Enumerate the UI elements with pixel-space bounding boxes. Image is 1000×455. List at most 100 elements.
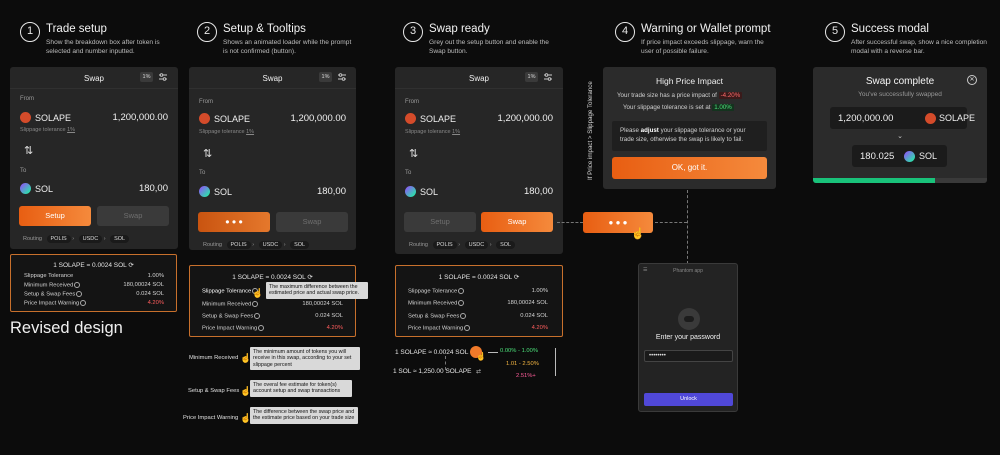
info-icon[interactable] bbox=[74, 282, 81, 288]
info-icon[interactable] bbox=[258, 325, 265, 331]
range-yellow: 1.01 - 2.50% bbox=[506, 361, 539, 367]
breakdown-label: Setup & Swap Fees bbox=[408, 313, 467, 320]
breakdown-value: 180,00024 SOL bbox=[302, 301, 343, 307]
from-token-name[interactable]: SOLAPE bbox=[214, 114, 250, 124]
swap-direction-icon[interactable]: ⇅ bbox=[203, 147, 212, 160]
swap-complete-modal: Swap complete ✕ You've successfully swap… bbox=[813, 67, 987, 183]
step-title: Setup & Tooltips bbox=[223, 23, 306, 35]
routing-row: Routing POLIS › USDC › SOL bbox=[203, 241, 310, 249]
tooltip-label-fees: Setup & Swap Fees bbox=[188, 388, 240, 394]
to-token-name[interactable]: SOL bbox=[214, 187, 232, 197]
card-header: Swap 1% bbox=[395, 67, 563, 89]
card-header: Swap 1% bbox=[189, 67, 356, 89]
swapped-to-box: 180.025 SOL bbox=[852, 145, 947, 167]
slippage-badge[interactable]: 1% bbox=[525, 72, 538, 82]
step-title: Success modal bbox=[851, 23, 929, 35]
tooltip-slippage: The maximum difference between the estim… bbox=[266, 282, 368, 299]
password-input[interactable]: •••••••• bbox=[644, 350, 733, 362]
routing-row: Routing POLIS › USDC › SOL bbox=[23, 235, 130, 243]
slippage-link-label: Slippage tolerance bbox=[199, 129, 245, 135]
step-description: If price impact exceeds slippage, warn t… bbox=[641, 39, 764, 55]
solape-token-icon bbox=[199, 113, 210, 124]
connector-line bbox=[655, 222, 687, 223]
settings-sliders-icon[interactable] bbox=[337, 72, 347, 82]
exchange-rate[interactable]: 1 SOLAPE = 0.0024 SOL ⟳ bbox=[190, 273, 355, 281]
advice-box: Please adjust your slippage tolerance or… bbox=[612, 121, 767, 151]
connector-line bbox=[557, 222, 583, 223]
ok-got-it-button[interactable]: OK, got it. bbox=[612, 157, 767, 179]
to-token-name[interactable]: SOL bbox=[420, 187, 438, 197]
slippage-tolerance-link[interactable]: Slippage tolerance 1% bbox=[199, 129, 254, 135]
close-icon[interactable]: ✕ bbox=[967, 75, 977, 85]
slippage-link-label: Slippage tolerance bbox=[20, 127, 66, 133]
setup-button[interactable]: Setup bbox=[19, 206, 91, 226]
breakdown-label-text: Minimum Received bbox=[408, 300, 458, 307]
breakdown-label: Minimum Received bbox=[202, 301, 259, 308]
slippage-badge[interactable]: 1% bbox=[140, 72, 153, 82]
routing-row: Routing POLIS › USDC › SOL bbox=[409, 241, 516, 249]
loading-button[interactable]: ● ● ● bbox=[198, 212, 270, 232]
modal-title: High Price Impact bbox=[655, 76, 724, 86]
step-title: Trade setup bbox=[46, 23, 107, 35]
swap-card-step3: Swap 1% From SOLAPE 1,200,000.00 Slippag… bbox=[395, 67, 563, 254]
settings-sliders-icon[interactable] bbox=[543, 72, 553, 82]
swap-direction-icon[interactable]: ⇅ bbox=[24, 144, 33, 157]
slippage-tolerance-link[interactable]: Slippage tolerance 1% bbox=[20, 127, 75, 133]
settings-sliders-icon[interactable] bbox=[158, 72, 168, 82]
exchange-rate[interactable]: 1 SOLAPE = 0.0024 SOL ⟳ bbox=[11, 261, 176, 269]
phantom-app-title: Phantom app bbox=[673, 268, 703, 274]
breakdown-value: 4.20% bbox=[326, 325, 343, 331]
rate-toggle-a: 1 SOLAPE ≈ 0.0024 SOL bbox=[395, 349, 469, 356]
info-icon[interactable] bbox=[76, 291, 83, 297]
swapped-to-amount: 180.025 bbox=[860, 151, 895, 162]
from-token-name[interactable]: SOLAPE bbox=[35, 113, 71, 123]
to-amount: 180,00 bbox=[523, 186, 553, 197]
solape-token-icon bbox=[925, 113, 936, 124]
swapped-from-box: 1,200,000.00 SOLAPE bbox=[830, 107, 975, 129]
route-chip: SOL bbox=[110, 235, 130, 243]
to-token-name[interactable]: SOL bbox=[35, 184, 53, 194]
step-description: Show the breakdown box after token is se… bbox=[46, 39, 160, 55]
exchange-rate[interactable]: 1 SOLAPE = 0.0024 SOL ⟳ bbox=[396, 273, 562, 281]
info-icon[interactable] bbox=[464, 325, 471, 331]
refresh-icon[interactable]: ⟳ bbox=[514, 274, 519, 281]
breakdown-value: 0.024 SOL bbox=[136, 291, 164, 297]
to-amount: 180,00 bbox=[316, 186, 346, 197]
routing-label: Routing bbox=[409, 242, 428, 248]
swap-button[interactable]: Swap bbox=[481, 212, 553, 232]
range-green: 0.00% - 1.00% bbox=[500, 348, 539, 354]
info-icon[interactable] bbox=[252, 301, 259, 307]
info-icon[interactable] bbox=[254, 313, 261, 319]
from-amount-input[interactable]: 1,200,000.00 bbox=[498, 113, 553, 124]
tooltip-label-impact: Price Impact Warning bbox=[183, 415, 239, 421]
from-amount-input[interactable]: 1,200,000.00 bbox=[291, 113, 346, 124]
from-token-name[interactable]: SOLAPE bbox=[420, 114, 456, 124]
slippage-line-text: Your slippage tolerance is set at bbox=[623, 104, 711, 111]
swap-direction-icon[interactable]: ⇅ bbox=[409, 147, 418, 160]
slippage-value: 1.00% bbox=[712, 104, 734, 111]
swap-card-step2: Swap 1% From SOLAPE 1,200,000.00 Slippag… bbox=[189, 67, 356, 250]
advice-bold: adjust bbox=[640, 127, 659, 134]
step-title: Swap ready bbox=[429, 23, 490, 35]
slippage-tolerance-link[interactable]: Slippage tolerance 1% bbox=[405, 129, 460, 135]
info-icon[interactable] bbox=[80, 300, 87, 306]
info-icon[interactable] bbox=[460, 313, 467, 319]
swapped-to-token: SOL bbox=[919, 151, 938, 161]
refresh-icon[interactable]: ⟳ bbox=[128, 262, 133, 269]
from-label: From bbox=[405, 99, 419, 105]
info-icon[interactable] bbox=[458, 300, 465, 306]
swap-rate-icon[interactable]: ⇄ bbox=[476, 368, 481, 375]
unlock-button[interactable]: Unlock bbox=[644, 393, 733, 406]
revised-design-heading: Revised design bbox=[10, 319, 123, 337]
breakdown-value: 1.00% bbox=[531, 288, 548, 294]
breakdown-label-text: Slippage Tolerance bbox=[408, 288, 458, 295]
refresh-icon[interactable]: ⟳ bbox=[307, 274, 312, 281]
swap-button-disabled: Swap bbox=[276, 212, 348, 232]
slippage-badge[interactable]: 1% bbox=[319, 72, 332, 82]
step-number: 5 bbox=[825, 22, 845, 42]
step-description: Grey out the setup button and enable the… bbox=[429, 39, 549, 55]
breakdown-label-text: Slippage Tolerance bbox=[202, 288, 252, 295]
breakdown-value: 180,00024 SOL bbox=[123, 282, 164, 288]
from-amount-input[interactable]: 1,200,000.00 bbox=[113, 112, 168, 123]
info-icon[interactable] bbox=[458, 288, 465, 294]
